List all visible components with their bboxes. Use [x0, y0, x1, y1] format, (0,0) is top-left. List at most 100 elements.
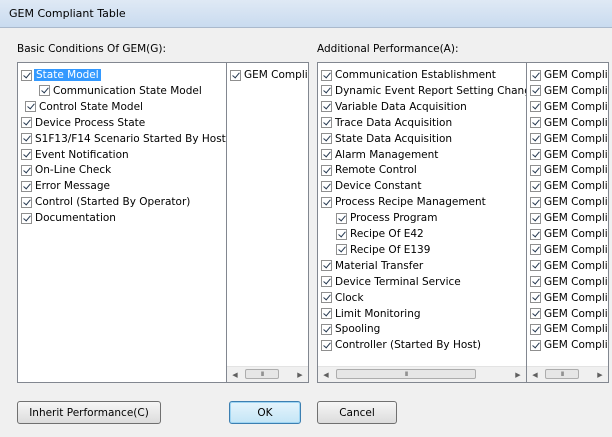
gem-compliant-item[interactable]: GEM Complia: [530, 99, 608, 115]
checkbox-checked-icon[interactable]: [530, 212, 541, 224]
checkbox-checked-icon[interactable]: [530, 260, 541, 272]
gem-compliant-item[interactable]: GEM Complia: [530, 131, 608, 147]
gem-compliant-item[interactable]: GEM Complia: [530, 210, 608, 226]
basic-condition-item[interactable]: S1F13/F14 Scenario Started By Host: [21, 131, 226, 147]
additional-performance-item[interactable]: Dynamic Event Report Setting Change: [321, 83, 526, 99]
additional-performance-list[interactable]: ◀ III ▶ Communication Establishment Dynam…: [317, 62, 527, 383]
additional-performance-item[interactable]: Process Recipe Management: [321, 194, 486, 210]
checkbox-checked-icon[interactable]: [21, 196, 32, 208]
gem-compliant-item[interactable]: GEM Complia: [530, 147, 608, 163]
checkbox-checked-icon[interactable]: [530, 85, 541, 97]
cancel-button[interactable]: Cancel: [317, 401, 397, 424]
checkbox-checked-icon[interactable]: [321, 339, 332, 351]
gem-compliant-item[interactable]: GEM Complia: [530, 162, 608, 178]
checkbox-checked-icon[interactable]: [21, 69, 32, 81]
additional-performance-item[interactable]: Recipe Of E139: [336, 242, 430, 258]
checkbox-checked-icon[interactable]: [321, 69, 332, 81]
checkbox-checked-icon[interactable]: [530, 308, 541, 319]
gem-compliant-item[interactable]: GEM Complia: [530, 321, 608, 337]
basic-condition-item[interactable]: Event Notification: [21, 147, 129, 163]
additional-performance-item[interactable]: State Data Acquisition: [321, 131, 452, 147]
additional-performance-hscroll[interactable]: ◀ III ▶: [318, 366, 526, 382]
checkbox-checked-icon[interactable]: [321, 101, 332, 113]
checkbox-checked-icon[interactable]: [321, 196, 332, 208]
checkbox-checked-icon[interactable]: [336, 228, 347, 240]
additional-compliant-hscroll[interactable]: ◀ III ▶: [527, 366, 608, 382]
checkbox-checked-icon[interactable]: [336, 244, 347, 256]
checkbox-checked-icon[interactable]: [321, 308, 332, 319]
gem-compliant-item[interactable]: GEM Complia: [530, 258, 608, 274]
checkbox-checked-icon[interactable]: [21, 212, 32, 224]
checkbox-checked-icon[interactable]: [321, 180, 332, 192]
basic-condition-item[interactable]: Error Message: [21, 178, 110, 194]
checkbox-checked-icon[interactable]: [230, 69, 241, 81]
scroll-left-icon[interactable]: ◀: [318, 367, 334, 382]
scroll-thumb[interactable]: III: [336, 369, 476, 379]
checkbox-checked-icon[interactable]: [321, 276, 332, 288]
basic-condition-item[interactable]: State Model: [21, 67, 101, 83]
gem-compliant-item[interactable]: GEM Complia: [530, 274, 608, 290]
basic-compliant-hscroll[interactable]: ◀ III ▶: [227, 366, 308, 382]
additional-performance-item[interactable]: Device Terminal Service: [321, 274, 461, 290]
checkbox-checked-icon[interactable]: [21, 164, 32, 176]
scroll-left-icon[interactable]: ◀: [527, 367, 543, 382]
checkbox-checked-icon[interactable]: [21, 149, 32, 160]
additional-performance-item[interactable]: Communication Establishment: [321, 67, 496, 83]
checkbox-checked-icon[interactable]: [530, 196, 541, 208]
checkbox-checked-icon[interactable]: [321, 292, 332, 304]
gem-compliant-item[interactable]: GEM Complia: [530, 178, 608, 194]
checkbox-checked-icon[interactable]: [321, 149, 332, 160]
checkbox-checked-icon[interactable]: [530, 164, 541, 176]
checkbox-checked-icon[interactable]: [530, 292, 541, 304]
additional-performance-item[interactable]: Controller (Started By Host): [321, 337, 481, 353]
checkbox-checked-icon[interactable]: [336, 212, 347, 224]
checkbox-checked-icon[interactable]: [530, 244, 541, 256]
gem-compliant-item[interactable]: GEM Complia: [530, 226, 608, 242]
checkbox-checked-icon[interactable]: [530, 323, 541, 335]
scroll-thumb[interactable]: III: [545, 369, 579, 379]
checkbox-checked-icon[interactable]: [321, 85, 332, 97]
scroll-left-icon[interactable]: ◀: [227, 367, 243, 382]
additional-performance-item[interactable]: Variable Data Acquisition: [321, 99, 467, 115]
basic-condition-item[interactable]: Control State Model: [25, 99, 143, 115]
additional-performance-item[interactable]: Alarm Management: [321, 147, 438, 163]
checkbox-checked-icon[interactable]: [321, 133, 332, 145]
gem-compliant-item[interactable]: GEM Complia: [230, 67, 308, 83]
gem-compliant-item[interactable]: GEM Complia: [530, 306, 608, 322]
checkbox-checked-icon[interactable]: [21, 180, 32, 192]
additional-performance-item[interactable]: Material Transfer: [321, 258, 423, 274]
checkbox-checked-icon[interactable]: [321, 323, 332, 335]
checkbox-checked-icon[interactable]: [530, 133, 541, 145]
checkbox-checked-icon[interactable]: [530, 149, 541, 160]
checkbox-checked-icon[interactable]: [530, 117, 541, 129]
basic-compliant-list[interactable]: ◀ III ▶ GEM Complia: [226, 62, 309, 383]
gem-compliant-item[interactable]: GEM Complia: [530, 115, 608, 131]
additional-performance-item[interactable]: Clock: [321, 290, 364, 306]
checkbox-checked-icon[interactable]: [530, 228, 541, 240]
checkbox-checked-icon[interactable]: [530, 69, 541, 81]
basic-condition-item[interactable]: Documentation: [21, 210, 116, 226]
additional-performance-item[interactable]: Trace Data Acquisition: [321, 115, 452, 131]
scroll-right-icon[interactable]: ▶: [292, 367, 308, 382]
scroll-thumb[interactable]: III: [245, 369, 279, 379]
additional-performance-item[interactable]: Spooling: [321, 321, 380, 337]
additional-performance-item[interactable]: Limit Monitoring: [321, 306, 421, 322]
gem-compliant-item[interactable]: GEM Complia: [530, 194, 608, 210]
additional-performance-item[interactable]: Recipe Of E42: [336, 226, 424, 242]
checkbox-checked-icon[interactable]: [39, 85, 50, 97]
additional-performance-item[interactable]: Remote Control: [321, 162, 417, 178]
scroll-right-icon[interactable]: ▶: [592, 367, 608, 382]
additional-performance-item[interactable]: Device Constant: [321, 178, 421, 194]
basic-condition-item[interactable]: Communication State Model: [39, 83, 202, 99]
basic-condition-item[interactable]: Control (Started By Operator): [21, 194, 190, 210]
basic-condition-item[interactable]: Device Process State: [21, 115, 145, 131]
checkbox-checked-icon[interactable]: [530, 101, 541, 113]
gem-compliant-item[interactable]: GEM Complia: [530, 290, 608, 306]
scroll-right-icon[interactable]: ▶: [510, 367, 526, 382]
basic-condition-item[interactable]: On-Line Check: [21, 162, 111, 178]
gem-compliant-item[interactable]: GEM Complia: [530, 242, 608, 258]
checkbox-checked-icon[interactable]: [21, 133, 32, 145]
checkbox-checked-icon[interactable]: [530, 180, 541, 192]
checkbox-checked-icon[interactable]: [321, 260, 332, 272]
gem-compliant-item[interactable]: GEM Complia: [530, 83, 608, 99]
